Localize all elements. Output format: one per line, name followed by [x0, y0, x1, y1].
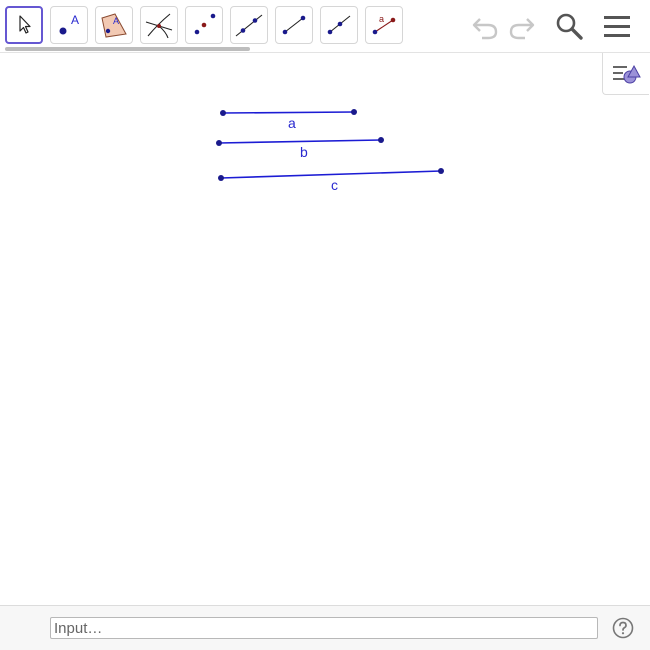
move-tool-button[interactable] [5, 6, 43, 44]
polygon-tool-button[interactable]: A [95, 6, 133, 44]
segment-c-start-point[interactable] [218, 175, 224, 181]
ray-tool-button[interactable] [320, 6, 358, 44]
line-icon [235, 14, 263, 37]
segment-b-end-point[interactable] [378, 137, 384, 143]
segment-a-label: a [288, 115, 296, 131]
style-bar-toggle-button[interactable] [602, 53, 649, 95]
segment-c-end-point[interactable] [438, 168, 444, 174]
undo-icon [472, 18, 498, 40]
main-menu-button[interactable] [600, 10, 632, 42]
midpoint-tool-button[interactable] [185, 6, 223, 44]
segment-icon [282, 15, 306, 35]
intersect-tool-button[interactable] [140, 6, 178, 44]
style-bar-icon [613, 64, 641, 83]
ray-icon [327, 15, 351, 35]
graphics-view[interactable]: a b c [0, 54, 650, 605]
segment-c-label: c [331, 177, 338, 193]
segment-length-icon: a [372, 14, 396, 35]
two-points-icon [194, 13, 216, 35]
search-icon [556, 13, 583, 40]
segment-tool-button[interactable] [275, 6, 313, 44]
segment-length-tool-label: a [379, 14, 384, 24]
point-tool-label: A [71, 13, 79, 27]
cursor-arrow-icon [19, 15, 31, 34]
help-icon[interactable] [612, 617, 634, 639]
toolbar-scrollbar[interactable] [5, 47, 250, 51]
redo-button[interactable] [506, 10, 538, 42]
intersect-icon [145, 13, 173, 39]
toolbar: A A a [0, 0, 650, 53]
segment-b-label: b [300, 144, 308, 160]
line-tool-button[interactable] [230, 6, 268, 44]
search-button[interactable] [553, 10, 585, 42]
input-bar [0, 605, 650, 650]
point-icon: A [59, 13, 79, 35]
segment-a-end-point[interactable] [351, 109, 357, 115]
segment-b[interactable] [218, 139, 382, 144]
polygon-tool-label: A [113, 16, 119, 26]
menu-icon [604, 16, 630, 37]
algebra-input-field[interactable] [50, 617, 598, 639]
segment-length-tool-button[interactable]: a [365, 6, 403, 44]
segment-a[interactable] [222, 111, 355, 114]
polygon-icon: A [101, 13, 127, 38]
undo-button[interactable] [469, 10, 501, 42]
segment-a-start-point[interactable] [220, 110, 226, 116]
segment-b-start-point[interactable] [216, 140, 222, 146]
redo-icon [509, 18, 535, 40]
point-tool-button[interactable]: A [50, 6, 88, 44]
